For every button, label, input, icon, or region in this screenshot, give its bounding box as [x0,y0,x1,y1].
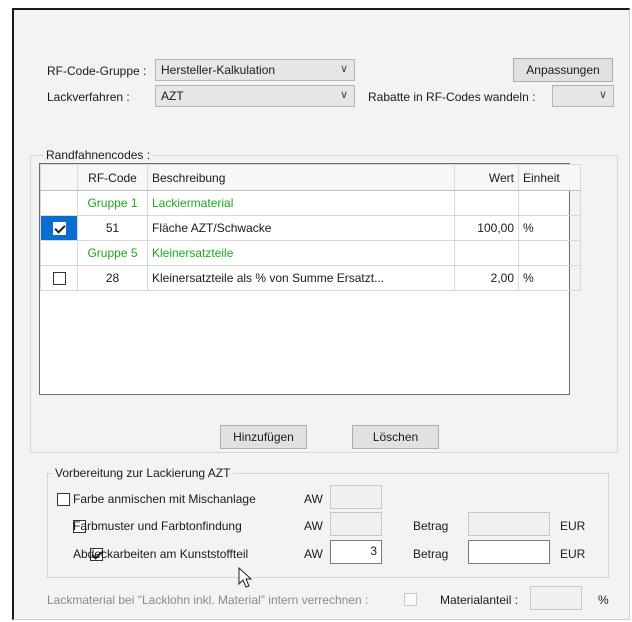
column-header-beschreibung[interactable]: Beschreibung [147,164,455,191]
rf-code-cell: 28 [77,265,148,291]
row-check-cell [40,240,78,266]
farbe-checkbox[interactable] [57,493,70,507]
percent-label: % [598,593,609,607]
farbe-aw-input [330,485,382,509]
table-row[interactable]: Gruppe 1 Lackiermaterial [40,190,581,216]
randfahnencodes-grid[interactable]: RF-Code Beschreibung Wert Einheit Gruppe… [39,163,581,395]
rf-code-gruppe-value: Hersteller-Kalkulation [161,63,276,77]
row-checkbox[interactable] [52,272,66,286]
row-wert [454,240,519,266]
table-row[interactable]: Gruppe 5 Kleinersatzteile [40,240,581,266]
randfahnencodes-legend: Randfahnencodes : [43,148,154,162]
farbe-aw-label: AW [304,492,323,506]
row-einheit [518,240,581,266]
column-header-einheit[interactable]: Einheit [518,164,581,191]
rabatte-label: Rabatte in RF-Codes wandeln : [368,90,536,104]
lackmaterial-label: Lackmaterial bei "Lacklohn inkl. Materia… [47,593,369,607]
column-header-check[interactable] [40,164,78,191]
rf-code-cell: 51 [77,215,148,241]
lackmaterial-checkbox[interactable] [404,593,417,606]
materialanteil-input [530,586,582,610]
farbmuster-eur-label: EUR [560,519,586,533]
materialanteil-label: Materialanteil : [440,593,519,607]
column-header-rf-code[interactable]: RF-Code [77,164,148,191]
einheit-cell: % [518,215,581,241]
abdeck-aw-input[interactable]: 3 [330,540,382,564]
abdeck-betrag-input[interactable] [468,540,550,564]
loeschen-button[interactable]: Löschen [352,425,439,449]
hinzufuegen-button[interactable]: Hinzufügen [220,425,307,449]
chevron-down-icon: ∨ [339,89,348,101]
farbmuster-betrag-label: Betrag [413,519,449,533]
vorbereitung-legend: Vorbereitung zur Lackierung AZT [52,466,234,480]
rf-code-gruppe-select[interactable]: Hersteller-Kalkulation ∨ [155,59,355,81]
abdeck-label: Abdeckarbeiten am Kunststoffteil [73,547,249,561]
abdeck-aw-label: AW [304,547,323,561]
group-code: Gruppe 5 [77,240,148,266]
chevron-down-icon: ∨ [339,63,348,75]
row-checkbox[interactable] [52,222,66,236]
grid-header-row: RF-Code Beschreibung Wert Einheit [40,164,581,191]
table-row[interactable]: 28 Kleinersatzteile als % von Summe Ersa… [40,265,581,291]
rf-code-gruppe-label: RF-Code-Gruppe : [47,64,147,78]
abdeck-eur-label: EUR [560,547,586,561]
lackverfahren-value: AZT [161,89,184,103]
row-check-cell [40,215,78,241]
row-einheit [518,190,581,216]
einheit-cell: % [518,265,581,291]
mouse-cursor-icon [238,567,253,588]
wert-cell: 2,00 [454,265,519,291]
farbmuster-betrag-input [468,512,550,536]
farbmuster-aw-label: AW [304,519,323,533]
group-description: Lackiermaterial [147,190,455,216]
row-check-cell [40,190,78,216]
column-header-wert[interactable]: Wert [454,164,519,191]
row-check-cell [40,265,78,291]
lackverfahren-select[interactable]: AZT ∨ [155,85,355,107]
lackverfahren-label: Lackverfahren : [47,90,130,104]
abdeck-betrag-label: Betrag [413,547,449,561]
farbe-label: Farbe anmischen mit Mischanlage [73,492,256,506]
table-row[interactable]: 51 Fläche AZT/Schwacke 100,00 % [40,215,581,241]
description-cell: Kleinersatzteile als % von Summe Ersatzt… [147,265,455,291]
rabatte-select[interactable]: ∨ [552,85,614,107]
group-description: Kleinersatzteile [147,240,455,266]
chevron-down-icon: ∨ [598,89,607,101]
farbmuster-label: Farbmuster und Farbtonfindung [73,519,242,533]
description-cell: Fläche AZT/Schwacke [147,215,455,241]
anpassungen-button[interactable]: Anpassungen [513,58,613,82]
row-wert [454,190,519,216]
farbmuster-aw-input [330,512,382,536]
wert-cell: 100,00 [454,215,519,241]
group-code: Gruppe 1 [77,190,148,216]
